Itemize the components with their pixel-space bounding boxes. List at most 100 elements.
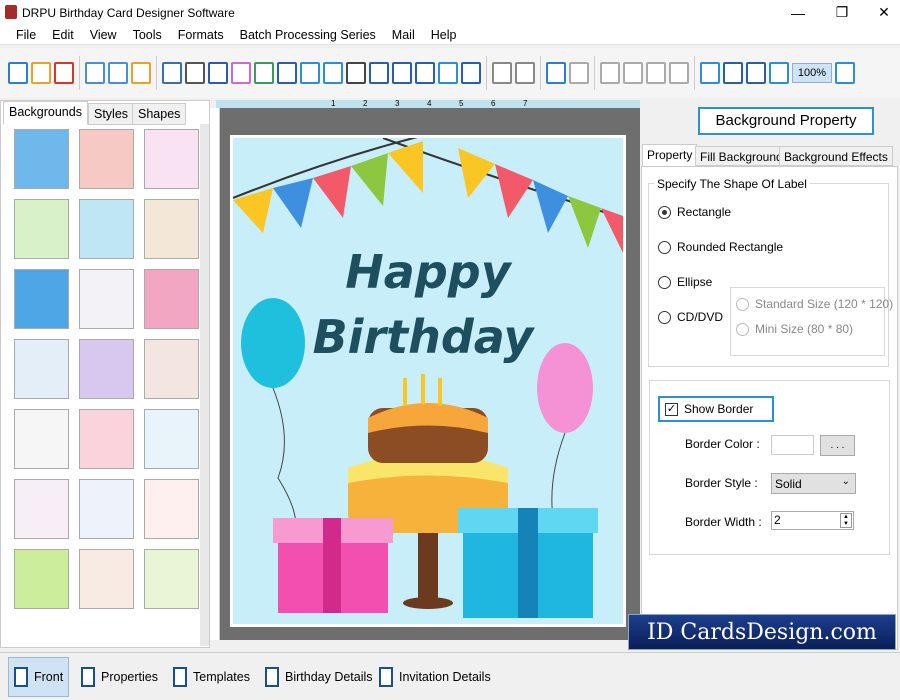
maximize-button[interactable]: ❐ bbox=[820, 0, 864, 25]
open-icon[interactable] bbox=[31, 62, 51, 84]
menu-file[interactable]: File bbox=[16, 28, 36, 42]
background-thumbnail[interactable] bbox=[79, 479, 134, 539]
paste-icon[interactable] bbox=[646, 62, 666, 84]
blue-gift bbox=[458, 508, 598, 618]
tab-background-effects[interactable]: Background Effects bbox=[779, 146, 893, 166]
background-thumbnail[interactable] bbox=[14, 269, 69, 329]
close-icon[interactable] bbox=[54, 62, 74, 84]
delete-icon[interactable] bbox=[669, 62, 689, 84]
window-title: DRPU Birthday Card Designer Software bbox=[22, 5, 235, 20]
pen-icon[interactable] bbox=[277, 62, 297, 84]
grid-icon[interactable] bbox=[700, 62, 720, 84]
export-icon[interactable] bbox=[131, 62, 151, 84]
line-icon[interactable] bbox=[461, 62, 481, 84]
save-icon[interactable] bbox=[85, 62, 105, 84]
background-thumbnail[interactable] bbox=[144, 269, 199, 329]
database-icon[interactable] bbox=[492, 62, 512, 84]
cut-icon[interactable] bbox=[600, 62, 620, 84]
menu-batch-processing-series[interactable]: Batch Processing Series bbox=[240, 28, 376, 42]
front-button[interactable]: Front bbox=[8, 657, 70, 697]
horizontal-ruler: 1 2 3 4 5 6 7 bbox=[216, 100, 640, 108]
birthday-card[interactable]: Happy Birthday bbox=[230, 132, 626, 627]
text-icon[interactable] bbox=[369, 62, 389, 84]
save-as-icon[interactable] bbox=[108, 62, 128, 84]
properties-button[interactable]: Properties bbox=[76, 657, 163, 697]
radio-rectangle[interactable]: Rectangle bbox=[658, 205, 731, 219]
menu-help[interactable]: Help bbox=[431, 28, 457, 42]
templates-icon bbox=[173, 667, 187, 687]
menu-formats[interactable]: Formats bbox=[178, 28, 224, 42]
image-icon[interactable] bbox=[254, 62, 274, 84]
background-thumbnail[interactable] bbox=[144, 409, 199, 469]
radio-standard-size[interactable]: Standard Size (120 * 120) bbox=[736, 297, 893, 311]
print-preview-icon[interactable] bbox=[208, 62, 228, 84]
invitation-details-button[interactable]: Invitation Details bbox=[374, 657, 496, 697]
background-thumbnail[interactable] bbox=[14, 199, 69, 259]
fit-icon[interactable] bbox=[746, 62, 766, 84]
watermark-logo: ID CardsDesign.com bbox=[628, 614, 896, 650]
ruler-mark: 1 bbox=[331, 99, 336, 108]
birthday-details-button[interactable]: Birthday Details bbox=[260, 657, 378, 697]
background-thumbnail[interactable] bbox=[144, 199, 199, 259]
zoom-in-icon[interactable] bbox=[769, 62, 789, 84]
minimize-button[interactable]: — bbox=[776, 0, 820, 25]
menu-view[interactable]: View bbox=[90, 28, 117, 42]
radio-rounded-rectangle[interactable]: Rounded Rectangle bbox=[658, 240, 783, 254]
border-width-stepper[interactable]: 2 ▲ ▼ bbox=[771, 511, 854, 530]
thumbnail-scrollbar[interactable] bbox=[200, 124, 209, 646]
close-button[interactable]: ✕ bbox=[862, 0, 900, 25]
background-thumbnail[interactable] bbox=[79, 199, 134, 259]
background-thumbnail[interactable] bbox=[79, 409, 134, 469]
properties-icon[interactable] bbox=[162, 62, 182, 84]
toolbar-separator bbox=[486, 56, 487, 90]
background-thumbnail[interactable] bbox=[144, 339, 199, 399]
templates-button[interactable]: Templates bbox=[168, 657, 255, 697]
background-thumbnail[interactable] bbox=[14, 129, 69, 189]
show-border-checkbox[interactable]: ✓ Show Border bbox=[658, 396, 774, 422]
spin-arrows-icon: ▲ ▼ bbox=[840, 513, 852, 528]
background-thumbnail[interactable] bbox=[144, 479, 199, 539]
background-thumbnail[interactable] bbox=[14, 479, 69, 539]
menu-tools[interactable]: Tools bbox=[133, 28, 162, 42]
tab-fill-background[interactable]: Fill Background bbox=[695, 146, 788, 166]
watermark-icon[interactable] bbox=[323, 62, 343, 84]
border-color-button[interactable]: . . . bbox=[820, 435, 855, 456]
word-art-icon[interactable] bbox=[392, 62, 412, 84]
print-icon[interactable] bbox=[185, 62, 205, 84]
background-thumbnail[interactable] bbox=[144, 549, 199, 609]
zoom-select[interactable]: 100% bbox=[792, 63, 832, 83]
background-thumbnail[interactable] bbox=[14, 339, 69, 399]
card-title-line1: Happy bbox=[345, 245, 512, 299]
menu-mail[interactable]: Mail bbox=[392, 28, 415, 42]
radio-ellipse[interactable]: Ellipse bbox=[658, 275, 712, 289]
border-width-label: Border Width : bbox=[685, 515, 762, 529]
radio-mini-size[interactable]: Mini Size (80 * 80) bbox=[736, 322, 853, 336]
actual-size-icon[interactable] bbox=[723, 62, 743, 84]
database2-icon[interactable] bbox=[515, 62, 535, 84]
barcode-icon[interactable] bbox=[346, 62, 366, 84]
tab-backgrounds[interactable]: Backgrounds bbox=[3, 101, 88, 125]
background-thumbnail[interactable] bbox=[144, 129, 199, 189]
zoom-out-icon[interactable] bbox=[835, 62, 855, 84]
new-icon[interactable] bbox=[8, 62, 28, 84]
toolbar-separator bbox=[594, 56, 595, 90]
mail-icon[interactable] bbox=[438, 62, 458, 84]
background-thumbnail[interactable] bbox=[14, 549, 69, 609]
tab-property[interactable]: Property bbox=[642, 144, 698, 167]
redo-icon[interactable] bbox=[569, 62, 589, 84]
gift-icon[interactable] bbox=[231, 62, 251, 84]
menu-edit[interactable]: Edit bbox=[52, 28, 74, 42]
background-thumbnail[interactable] bbox=[79, 269, 134, 329]
background-thumbnail[interactable] bbox=[79, 339, 134, 399]
shape-icon[interactable] bbox=[300, 62, 320, 84]
background-thumbnail[interactable] bbox=[79, 549, 134, 609]
tab-styles[interactable]: Styles bbox=[88, 103, 135, 125]
border-style-select[interactable]: Solid ⌄ bbox=[771, 473, 856, 494]
background-thumbnail[interactable] bbox=[14, 409, 69, 469]
background-thumbnail[interactable] bbox=[79, 129, 134, 189]
undo-icon[interactable] bbox=[546, 62, 566, 84]
tab-shapes[interactable]: Shapes bbox=[132, 103, 187, 125]
radio-cd-dvd[interactable]: CD/DVD bbox=[658, 310, 723, 324]
copy-icon[interactable] bbox=[623, 62, 643, 84]
signature-icon[interactable] bbox=[415, 62, 435, 84]
